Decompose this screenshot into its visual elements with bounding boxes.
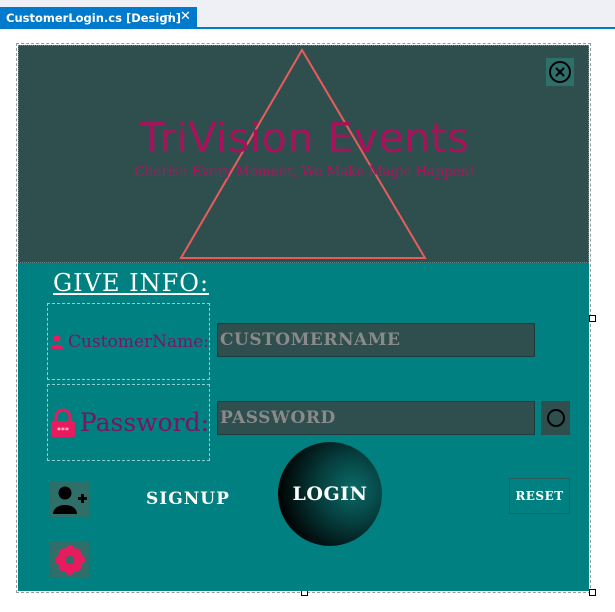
close-button[interactable] bbox=[546, 58, 574, 86]
close-circle-icon bbox=[549, 61, 571, 83]
password-label-box: *** Password: bbox=[47, 384, 210, 461]
user-icon bbox=[50, 334, 64, 349]
close-tab-icon[interactable]: ✕ bbox=[180, 9, 191, 24]
circle-icon bbox=[546, 409, 565, 427]
flower-icon bbox=[54, 544, 85, 575]
brand-title: TriVision Events bbox=[139, 114, 470, 162]
tab-customerlogin-design[interactable]: CustomerLogin.cs [Design] ⊣ ✕ bbox=[0, 7, 197, 29]
customer-name-input[interactable] bbox=[217, 323, 535, 357]
show-password-toggle[interactable] bbox=[541, 401, 570, 435]
customer-name-label-box: CustomerName: bbox=[47, 303, 210, 380]
give-info-heading: GIVE INFO: bbox=[53, 269, 210, 297]
header-panel: TriVision Events Cherish Every Moment, W… bbox=[18, 45, 589, 263]
settings-button[interactable] bbox=[50, 541, 89, 578]
password-input[interactable] bbox=[217, 401, 535, 435]
pin-icon[interactable]: ⊣ bbox=[163, 11, 172, 22]
resize-handle-corner[interactable] bbox=[589, 589, 596, 596]
customer-login-form: TriVision Events Cherish Every Moment, W… bbox=[18, 45, 589, 591]
add-user-icon bbox=[52, 486, 87, 514]
tab-title: CustomerLogin.cs [Design] bbox=[6, 11, 182, 25]
password-label: Password: bbox=[79, 408, 209, 437]
document-tab-bar: CustomerLogin.cs [Design] ⊣ ✕ bbox=[0, 0, 615, 29]
signup-icon-button[interactable] bbox=[50, 481, 89, 518]
resize-handle-right[interactable] bbox=[589, 315, 596, 322]
login-button[interactable]: LOGIN bbox=[278, 442, 382, 546]
customer-name-label: CustomerName: bbox=[68, 331, 209, 352]
lock-icon: *** bbox=[50, 408, 75, 437]
svg-text:***: *** bbox=[57, 425, 69, 434]
reset-button[interactable]: RESET bbox=[509, 478, 570, 514]
signup-link[interactable]: SIGNUP bbox=[146, 489, 230, 509]
brand-tagline: Cherish Every Moment, We Make Magic Happ… bbox=[134, 164, 475, 180]
